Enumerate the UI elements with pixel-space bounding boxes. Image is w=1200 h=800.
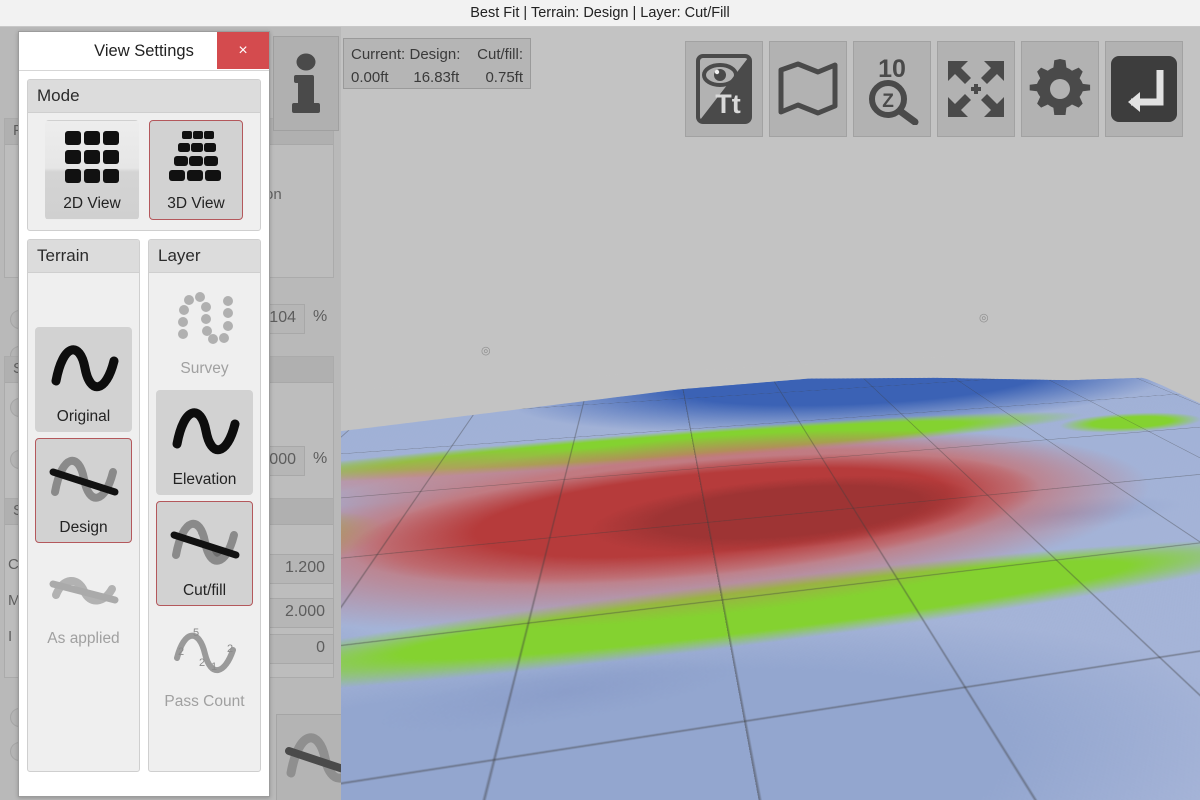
elevation-readout-box: Current: Design: Cut/fill: 0.00ft 16.83f…	[343, 38, 531, 89]
sine-wave-icon	[167, 391, 243, 471]
return-arrow-icon	[1111, 56, 1177, 122]
dialog-close-button[interactable]: ×	[217, 32, 269, 69]
window-title-bar: Best Fit | Terrain: Design | Layer: Cut/…	[0, 0, 1200, 27]
eye-text-icon: Tt	[696, 54, 752, 124]
readout-design-value: 16.83ft	[413, 69, 460, 86]
terrain-options: Original Design As applied	[28, 273, 139, 660]
map-view-button[interactable]	[769, 41, 847, 137]
bg-field-4[interactable]: 2.000	[268, 598, 334, 628]
grid-3d-perspective-icon	[163, 121, 229, 195]
terrain-option-as-applied[interactable]: As applied	[35, 549, 132, 654]
dotted-wave-icon	[168, 280, 242, 360]
svg-text:2: 2	[178, 646, 184, 658]
zoom-magnifier-icon: 10 Z	[869, 55, 919, 125]
sine-wave-filled-icon	[165, 502, 245, 582]
map-icon	[778, 61, 838, 116]
layer-option-pass-count[interactable]: 2 5 2 1 2 Pass Count	[156, 612, 253, 717]
svg-text:Tt: Tt	[715, 89, 740, 119]
bg-field-3[interactable]: 1.200	[268, 554, 334, 584]
terrain-surface	[341, 352, 1200, 800]
grid-2d-icon	[61, 121, 123, 195]
info-button[interactable]	[273, 36, 339, 131]
view-settings-dialog: View Settings × Mode 2D View 3D View Ter…	[18, 31, 270, 797]
visibility-text-toggle-button[interactable]: Tt	[685, 41, 763, 137]
terrain-3d-viewport[interactable]: ◎ ◎	[341, 26, 1200, 800]
svg-text:1: 1	[211, 661, 217, 673]
viewport-marker-1: ◎	[481, 345, 491, 357]
readout-cutfill-value: 0.75ft	[485, 69, 523, 86]
dialog-title-text: View Settings	[94, 41, 194, 60]
readout-cutfill-label: Cut/fill:	[477, 46, 523, 63]
bg-field-5[interactable]: 0	[268, 634, 334, 664]
svg-text:5: 5	[193, 627, 199, 639]
terrain-option-original[interactable]: Original	[35, 327, 132, 432]
layer-option-cut-fill-label: Cut/fill	[182, 582, 227, 599]
svg-text:2: 2	[227, 643, 233, 655]
bg-unit-2: %	[313, 450, 328, 467]
layer-group-header: Layer	[149, 240, 260, 273]
settings-button[interactable]	[1021, 41, 1099, 137]
gear-icon	[1029, 59, 1091, 115]
info-icon	[292, 53, 320, 113]
mode-option-2d-view[interactable]: 2D View	[45, 120, 139, 220]
viewport-marker-2: ◎	[979, 312, 989, 324]
sine-wave-with-line-icon	[44, 439, 124, 519]
layer-option-survey[interactable]: Survey	[156, 279, 253, 384]
terrain-option-original-label: Original	[56, 408, 111, 425]
layer-option-elevation-label: Elevation	[172, 471, 237, 488]
pan-move-button[interactable]	[937, 41, 1015, 137]
readout-design-label: Design:	[409, 46, 461, 63]
window-title-text: Best Fit | Terrain: Design | Layer: Cut/…	[470, 5, 730, 21]
four-arrows-move-icon	[948, 61, 1004, 117]
sine-wave-icon	[46, 328, 122, 408]
view-toolbar: Tt 10 Z	[685, 41, 1183, 137]
dialog-title-bar: View Settings ×	[19, 32, 269, 71]
svg-text:2: 2	[199, 657, 205, 669]
mode-group-header: Mode	[28, 80, 260, 113]
bg-i-label: I	[8, 628, 13, 645]
readout-current-value: 0.00ft	[351, 69, 389, 86]
dialog-body: Mode 2D View 3D View Terrain Original De…	[19, 71, 269, 798]
readout-values-row: 0.00ft 16.83ft 0.75ft	[351, 66, 523, 89]
mode-options: 2D View 3D View	[28, 113, 260, 227]
layer-option-pass-count-label: Pass Count	[164, 693, 245, 710]
layer-option-elevation[interactable]: Elevation	[156, 390, 253, 495]
exit-button[interactable]	[1105, 41, 1183, 137]
surface-silhouette-mask	[341, 352, 1200, 800]
bg-terrain-button[interactable]	[276, 714, 341, 800]
terrain-group: Terrain Original Design As applied	[27, 239, 140, 772]
mode-option-2d-label: 2D View	[63, 195, 121, 212]
readout-current-label: Current:	[351, 46, 406, 63]
mode-option-3d-view[interactable]: 3D View	[149, 120, 243, 220]
zoom-level-text: 10	[878, 55, 906, 83]
bg-unit-1: %	[313, 308, 328, 325]
flat-wave-line-icon	[44, 550, 124, 630]
layer-option-survey-label: Survey	[180, 360, 229, 377]
svg-text:Z: Z	[882, 91, 894, 112]
numbered-wave-icon: 2 5 2 1 2	[165, 613, 245, 693]
layer-option-cut-fill[interactable]: Cut/fill	[156, 501, 253, 606]
terrain-option-design[interactable]: Design	[35, 438, 132, 543]
layer-group: Layer Survey Elevation Cut/fill 2 5 2 1 …	[148, 239, 261, 772]
readout-labels-row: Current: Design: Cut/fill:	[351, 43, 523, 66]
terrain-group-header: Terrain	[28, 240, 139, 273]
layer-options: Survey Elevation Cut/fill 2 5 2 1 2 Pass…	[149, 273, 260, 723]
zoom-factor-button[interactable]: 10 Z	[853, 41, 931, 137]
mode-group: Mode 2D View 3D View	[27, 79, 261, 231]
mode-option-3d-label: 3D View	[167, 195, 225, 212]
terrain-layer-columns: Terrain Original Design As applied Layer…	[27, 239, 261, 772]
terrain-option-as-applied-label: As applied	[47, 630, 120, 647]
terrain-option-design-label: Design	[59, 519, 108, 536]
